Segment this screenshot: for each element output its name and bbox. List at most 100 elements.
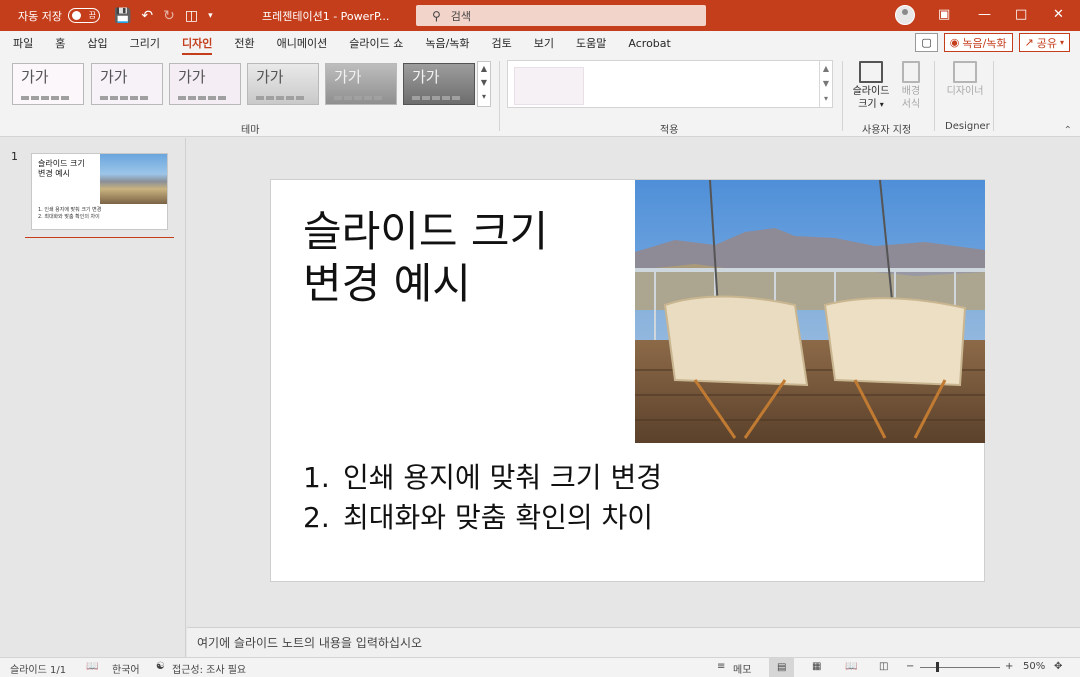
autosave-label: 자동 저장 [18,9,62,23]
zoom-in-icon[interactable]: + [1005,661,1013,672]
customize-qa-icon[interactable]: ▾ [208,9,213,23]
tab-transitions[interactable]: 전환 [234,35,254,51]
slide-title[interactable]: 슬라이드 크기 변경 예시 [303,206,548,310]
thumbnail-photo [100,154,167,204]
autosave-control[interactable]: 자동 저장 끔 [18,8,100,24]
search-icon: ⚲ [432,8,441,23]
slide-count: 슬라이드 1/1 [10,665,67,676]
theme-sample: 가가 [412,68,440,86]
minimize-icon[interactable]: — [978,7,991,22]
group-separator [499,61,500,131]
tab-record[interactable]: 녹음/녹화 [425,35,469,51]
notes-icon[interactable]: ≡ [717,661,725,672]
maximize-icon[interactable]: □ [1015,7,1027,22]
search-box[interactable]: ⚲ 검색 [416,5,706,26]
toggle-state: 끔 [88,11,96,20]
redo-icon[interactable]: ↻ [163,9,175,23]
slide-size-button[interactable]: 슬라이드 크기 ▾ [851,61,891,111]
slide-size-label: 슬라이드 크기 [852,86,890,110]
save-icon[interactable]: 💾 [114,9,131,23]
thumbnail-list-item: 1. 인쇄 용지에 맞춰 크기 변경 [38,207,102,213]
thumbnail-pane: 1 슬라이드 크기 변경 예시 1. 인쇄 용지에 맞춰 크기 변경 2. 최대… [0,138,186,657]
normal-view-icon[interactable]: ▤ [769,658,795,677]
undo-icon[interactable]: ↶ [141,9,153,23]
zoom-slider[interactable] [920,667,1000,668]
slide-thumbnail[interactable]: 슬라이드 크기 변경 예시 1. 인쇄 용지에 맞춰 크기 변경 2. 최대화와… [31,153,168,230]
zoom-out-icon[interactable]: − [906,661,914,672]
variant-swatch[interactable] [514,67,584,105]
theme-colors [412,96,460,100]
theme-office[interactable]: 가가 [12,63,84,105]
record-icon: ◉ [949,36,960,49]
tab-animations[interactable]: 애니메이션 [277,35,328,51]
title-bar: 자동 저장 끔 💾 ↶ ↻ ◫ ▾ 프레젠테이션1 - PowerP... ⚲ … [0,0,1080,31]
designer-button[interactable]: 디자이너 [944,61,986,98]
variants-scroller[interactable]: ▲ ▼ ▾ [819,61,832,107]
slide-photo[interactable] [635,180,985,443]
account-avatar-icon[interactable] [895,5,915,25]
document-title: 프레젠테이션1 - PowerP... [262,10,390,23]
share-label: 공유 [1036,36,1057,50]
accessibility-icon[interactable]: ☯ [156,661,165,672]
format-background-label: 배경 서식 [901,86,921,110]
collapse-ribbon-icon[interactable]: ⌃ [1064,125,1072,136]
insertion-marker [25,237,174,238]
tab-file[interactable]: 파일 [13,35,33,51]
slideshow-icon[interactable]: ◫ [879,661,888,672]
format-background-button[interactable]: 배경 서식 [899,61,923,111]
theme-gallery-scroller[interactable]: ▲ ▼ ▾ [477,61,491,107]
share-icon: ↗ [1024,36,1034,49]
ribbon-display-options-icon[interactable]: ▣ [938,7,950,22]
tab-acrobat[interactable]: Acrobat [628,37,670,50]
slide-sorter-icon[interactable]: ▦ [812,661,821,672]
chairs-photo [635,180,985,443]
zoom-slider-thumb[interactable] [936,662,939,672]
tab-review[interactable]: 검토 [492,35,512,51]
theme-colors [178,96,226,100]
reading-view-icon[interactable]: 📖 [845,661,857,672]
language[interactable]: 한국어 [112,661,140,676]
tab-insert[interactable]: 삽입 [87,35,107,51]
group-label-theme: 테마 [241,125,260,136]
record-label: 녹음/녹화 [962,36,1007,50]
record-button[interactable]: ◉ 녹음/녹화 [943,33,1013,52]
tab-draw[interactable]: 그리기 [130,35,160,51]
fit-to-window-icon[interactable]: ✥ [1054,661,1062,672]
theme-4[interactable]: 가가 [247,63,319,105]
chevron-down-icon: ▾ [879,100,884,109]
theme-6[interactable]: 가가 [403,63,475,105]
tab-home[interactable]: 홈 [55,35,65,51]
thumbnail-list-item: 2. 최대화와 맞춤 확인의 차이 [38,214,100,220]
tab-slideshow[interactable]: 슬라이드 쇼 [349,35,403,51]
autosave-toggle[interactable]: 끔 [67,8,100,23]
list-item-text: 인쇄 용지에 맞춰 크기 변경 [343,461,662,494]
theme-5[interactable]: 가가 [325,63,397,105]
accessibility-status[interactable]: 접근성: 조사 필요 [172,661,246,676]
thumbnail-title: 슬라이드 크기 변경 예시 [38,159,85,178]
tab-view[interactable]: 보기 [534,35,554,51]
presentation-icon[interactable]: ◫ [185,9,198,23]
group-label-designer: Designer [945,121,990,132]
ribbon-design: 가가 가가 가가 가가 가가 가가 ▲ ▼ ▾ 테마 ▲ ▼ ▾ 적용 슬라이드 크기 … [0,55,1080,137]
format-background-icon [902,61,920,83]
share-button[interactable]: ↗ 공유 ▾ [1018,33,1070,52]
close-icon[interactable]: ✕ [1053,7,1064,22]
list-item: 2. 최대화와 맞춤 확인의 차이 [303,498,662,538]
theme-3[interactable]: 가가 [169,63,241,105]
theme-colors [21,96,69,100]
search-placeholder: 검색 [450,9,472,23]
spellcheck-icon[interactable]: 📖 [86,661,98,672]
notes-button[interactable]: 메모 [733,661,751,676]
theme-2[interactable]: 가가 [91,63,163,105]
theme-sample: 가가 [100,68,128,86]
notes-pane[interactable]: 여기에 슬라이드 노트의 내용을 입력하십시오 [187,627,1080,657]
theme-colors [334,96,382,100]
slide[interactable]: 슬라이드 크기 변경 예시 1. 인쇄 용지에 맞춰 크기 변경 2. 최대화와… [270,179,985,582]
tab-help[interactable]: 도움말 [576,35,606,51]
comments-button[interactable]: ▢ [915,33,938,52]
toggle-knob [71,11,81,20]
zoom-level[interactable]: 50% [1023,661,1045,672]
group-label-customize: 사용자 지정 [862,125,912,136]
slide-body-list[interactable]: 1. 인쇄 용지에 맞춰 크기 변경 2. 최대화와 맞춤 확인의 차이 [303,458,662,538]
tab-design[interactable]: 디자인 [182,35,213,55]
